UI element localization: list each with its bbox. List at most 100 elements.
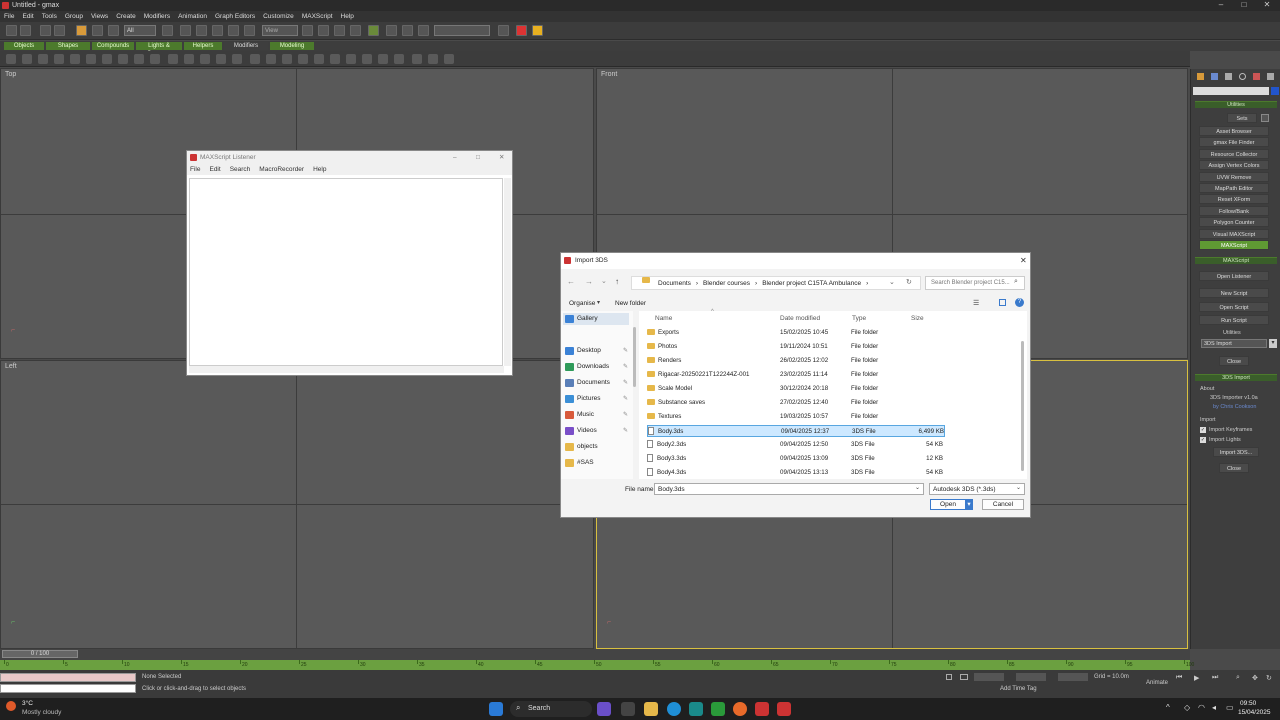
breadcrumb-item-documents[interactable]: Documents bbox=[658, 277, 691, 289]
uvw-remove-button[interactable]: UVW Remove bbox=[1199, 172, 1269, 182]
hierarchy-tab-icon[interactable] bbox=[1225, 73, 1232, 80]
tool-icon[interactable] bbox=[168, 54, 178, 64]
listener-title-bar[interactable]: MAXScript Listener – □ ✕ bbox=[187, 151, 512, 164]
mirror-icon[interactable] bbox=[386, 25, 397, 36]
stretch-icon[interactable] bbox=[228, 25, 239, 36]
nav-item-objects[interactable]: objects bbox=[577, 443, 598, 450]
menu-tools[interactable]: Tools bbox=[42, 11, 57, 22]
viewport-label-front[interactable]: Front bbox=[601, 71, 617, 78]
gmax-file-finder-button[interactable]: gmax File Finder bbox=[1199, 137, 1269, 147]
tool-icon[interactable] bbox=[346, 54, 356, 64]
utilities-tab-icon[interactable] bbox=[1267, 73, 1274, 80]
listener-menu-search[interactable]: Search bbox=[230, 164, 251, 175]
file-row[interactable]: Photos 19/11/2024 10:51 File folder bbox=[647, 341, 945, 353]
nav-item-documents[interactable]: Documents bbox=[577, 379, 610, 386]
nav-scrollbar[interactable] bbox=[633, 327, 636, 387]
tool-icon[interactable] bbox=[232, 54, 242, 64]
maxscript-button[interactable]: MAXScript bbox=[1199, 240, 1269, 250]
menu-animation[interactable]: Animation bbox=[178, 11, 207, 22]
new-folder-button[interactable]: New folder bbox=[615, 300, 646, 307]
file-row[interactable]: Body3.3ds 09/04/2025 13:09 3DS File 12 KB bbox=[647, 453, 945, 465]
column-header-size[interactable]: Size bbox=[911, 315, 924, 322]
file-row[interactable]: Scale Model 30/12/2024 20:18 File folder bbox=[647, 383, 945, 395]
modify-tab-icon[interactable] bbox=[1211, 73, 1218, 80]
up-arrow-icon[interactable]: ↑ bbox=[615, 277, 619, 286]
constraint-y-icon[interactable] bbox=[334, 25, 345, 36]
nav-item-downloads[interactable]: Downloads bbox=[577, 363, 609, 370]
weather-icon[interactable] bbox=[6, 701, 16, 711]
zoom-icon[interactable]: ⌕ bbox=[1236, 674, 1240, 682]
clock-time[interactable]: 09:50 bbox=[1240, 700, 1256, 707]
listener-menu-edit[interactable]: Edit bbox=[209, 164, 220, 175]
menu-help[interactable]: Help bbox=[341, 11, 354, 22]
clock-date[interactable]: 15/04/2025 bbox=[1238, 709, 1271, 716]
store-icon[interactable] bbox=[689, 702, 703, 716]
menu-graph-editors[interactable]: Graph Editors bbox=[215, 11, 255, 22]
tool-icon[interactable] bbox=[412, 54, 422, 64]
reference-coord-dropdown[interactable]: View bbox=[262, 25, 298, 36]
menu-maxscript[interactable]: MAXScript bbox=[302, 11, 333, 22]
maxscript-rollout-header[interactable]: MAXScript bbox=[1195, 257, 1277, 264]
nav-item-desktop[interactable]: Desktop bbox=[577, 347, 601, 354]
track-view-icon[interactable] bbox=[498, 25, 509, 36]
preview-pane-icon[interactable] bbox=[999, 299, 1006, 306]
resource-collector-button[interactable]: Resource Collector bbox=[1199, 149, 1269, 159]
file-row[interactable]: Body.3ds 09/04/2025 12:37 3DS File 6,499 KB bbox=[647, 425, 945, 437]
nav-item-sas[interactable]: #SAS bbox=[577, 459, 594, 466]
link-icon[interactable] bbox=[40, 25, 51, 36]
tool-icon[interactable] bbox=[444, 54, 454, 64]
menu-edit[interactable]: Edit bbox=[22, 11, 33, 22]
y-coordinate-field[interactable] bbox=[1016, 673, 1046, 681]
tool-icon[interactable] bbox=[330, 54, 340, 64]
tool-icon[interactable] bbox=[22, 54, 32, 64]
create-tab-icon[interactable] bbox=[1197, 73, 1204, 80]
pivot-center-icon[interactable] bbox=[302, 25, 313, 36]
pan-icon[interactable]: ✥ bbox=[1252, 674, 1258, 682]
tool-icon[interactable] bbox=[266, 54, 276, 64]
pivot-icon[interactable] bbox=[244, 25, 255, 36]
rotate-icon[interactable] bbox=[180, 25, 191, 36]
follow-bank-button[interactable]: Follow/Bank bbox=[1199, 206, 1269, 216]
tool-icon[interactable] bbox=[70, 54, 80, 64]
tool-icon[interactable] bbox=[362, 54, 372, 64]
undo-icon[interactable] bbox=[6, 25, 17, 36]
time-slider[interactable]: 0 / 100 bbox=[0, 649, 1190, 660]
orbit-icon[interactable]: ↻ bbox=[1266, 674, 1272, 682]
menu-create[interactable]: Create bbox=[116, 11, 136, 22]
snap-icon[interactable] bbox=[418, 25, 429, 36]
tool-icon[interactable] bbox=[200, 54, 210, 64]
utilities-select[interactable]: 3DS Import bbox=[1201, 339, 1267, 348]
tool-icon[interactable] bbox=[102, 54, 112, 64]
maxscript-mini-listener[interactable] bbox=[0, 673, 136, 682]
tool-icon[interactable] bbox=[250, 54, 260, 64]
tool-icon[interactable] bbox=[394, 54, 404, 64]
file-explorer-icon[interactable] bbox=[644, 702, 658, 716]
move-icon[interactable] bbox=[162, 25, 173, 36]
unlink-icon[interactable] bbox=[54, 25, 65, 36]
file-type-select[interactable]: Autodesk 3DS (*.3ds) bbox=[929, 483, 1025, 495]
tab-objects[interactable]: Objects bbox=[4, 42, 44, 50]
column-header-type[interactable]: Type bbox=[852, 315, 866, 322]
track-bar[interactable]: 0 5 10 15 20 25 30 35 40 45 50 55 60 65 70 75 80 85 90 95 10… bbox=[0, 660, 1194, 670]
object-color-swatch[interactable] bbox=[1271, 87, 1279, 95]
motion-tab-icon[interactable] bbox=[1239, 73, 1246, 80]
close-button[interactable]: Close bbox=[1219, 356, 1249, 366]
wifi-icon[interactable]: ◠ bbox=[1198, 703, 1205, 712]
configure-sets-icon[interactable] bbox=[1261, 114, 1269, 122]
polygon-counter-button[interactable]: Polygon Counter bbox=[1199, 217, 1269, 227]
assign-vertex-colors-button[interactable]: Assign Vertex Colors bbox=[1199, 160, 1269, 170]
menu-group[interactable]: Group bbox=[65, 11, 83, 22]
scale-icon[interactable] bbox=[196, 25, 207, 36]
tab-compounds[interactable]: Compounds bbox=[92, 42, 134, 50]
render-icon[interactable] bbox=[532, 25, 543, 36]
align-icon[interactable] bbox=[402, 25, 413, 36]
weather-temperature[interactable]: 3°C bbox=[22, 700, 33, 707]
open-listener-button[interactable]: Open Listener bbox=[1199, 271, 1269, 281]
squash-icon[interactable] bbox=[212, 25, 223, 36]
weather-description[interactable]: Mostly cloudy bbox=[22, 709, 61, 716]
tool-icon[interactable] bbox=[38, 54, 48, 64]
organise-button[interactable]: Organise bbox=[569, 300, 595, 307]
menu-customize[interactable]: Customize bbox=[263, 11, 294, 22]
close-icon[interactable]: ✕ bbox=[499, 151, 504, 164]
listener-menu-macrorecorder[interactable]: MacroRecorder bbox=[259, 164, 304, 175]
